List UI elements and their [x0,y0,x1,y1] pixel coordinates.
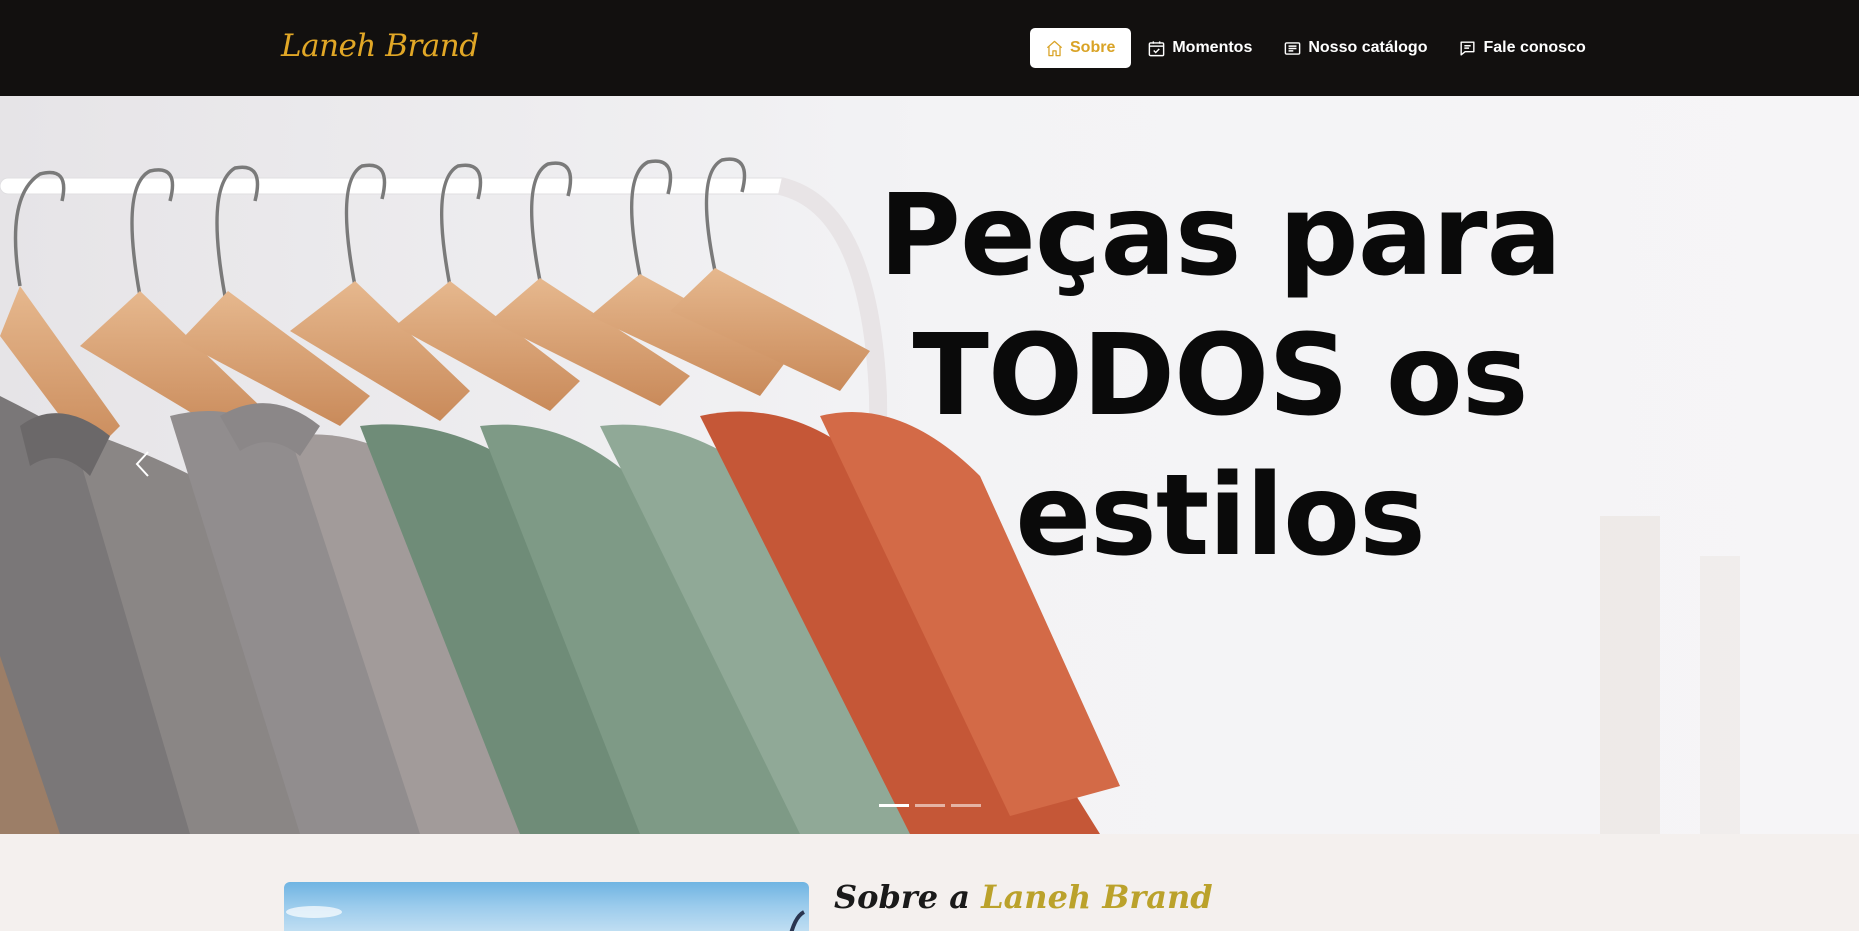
hero-title-line: estilos [1015,451,1426,581]
nav-item-sobre[interactable]: Sobre [1030,28,1132,68]
carousel-indicator-3[interactable] [951,804,981,807]
nav-item-label: Nosso catálogo [1308,39,1428,56]
about-title-accent: Laneh Brand [981,878,1213,916]
brand-logo[interactable]: Laneh Brand [281,28,479,64]
nav-item-label: Sobre [1070,39,1116,56]
carousel-prev-button[interactable] [128,444,158,484]
nav-item-label: Momentos [1172,39,1253,56]
navbar: Laneh Brand Sobre Momentos Nosso catálog… [0,0,1859,96]
hero-carousel: Peças para TODOS os estilos [0,96,1859,834]
hero-title-line: Peças para [878,171,1562,301]
newspaper-icon [1285,41,1301,55]
carousel-indicators [879,804,981,807]
nav-item-label: Fale conosco [1483,39,1586,56]
main-nav: Sobre Momentos Nosso catálogo Fale conos… [1030,28,1601,68]
about-title: Sobre a Laneh Brand [834,878,1213,916]
hero-title: Peças para TODOS os estilos [860,166,1580,586]
nav-item-catalogo[interactable]: Nosso catálogo [1267,28,1442,68]
nav-item-fale-conosco[interactable]: Fale conosco [1442,28,1600,68]
chevron-left-icon [135,451,149,477]
about-section: Sobre a Laneh Brand [0,834,1859,931]
about-image [284,882,809,931]
chat-icon [1460,40,1476,56]
calendar-check-icon [1149,40,1165,56]
carousel-indicator-1[interactable] [879,804,909,807]
nav-item-momentos[interactable]: Momentos [1131,28,1267,68]
hero-title-line: TODOS os [912,311,1528,441]
carousel-indicator-2[interactable] [915,804,945,807]
home-icon [1046,40,1063,56]
about-title-prefix: Sobre a [834,878,982,916]
